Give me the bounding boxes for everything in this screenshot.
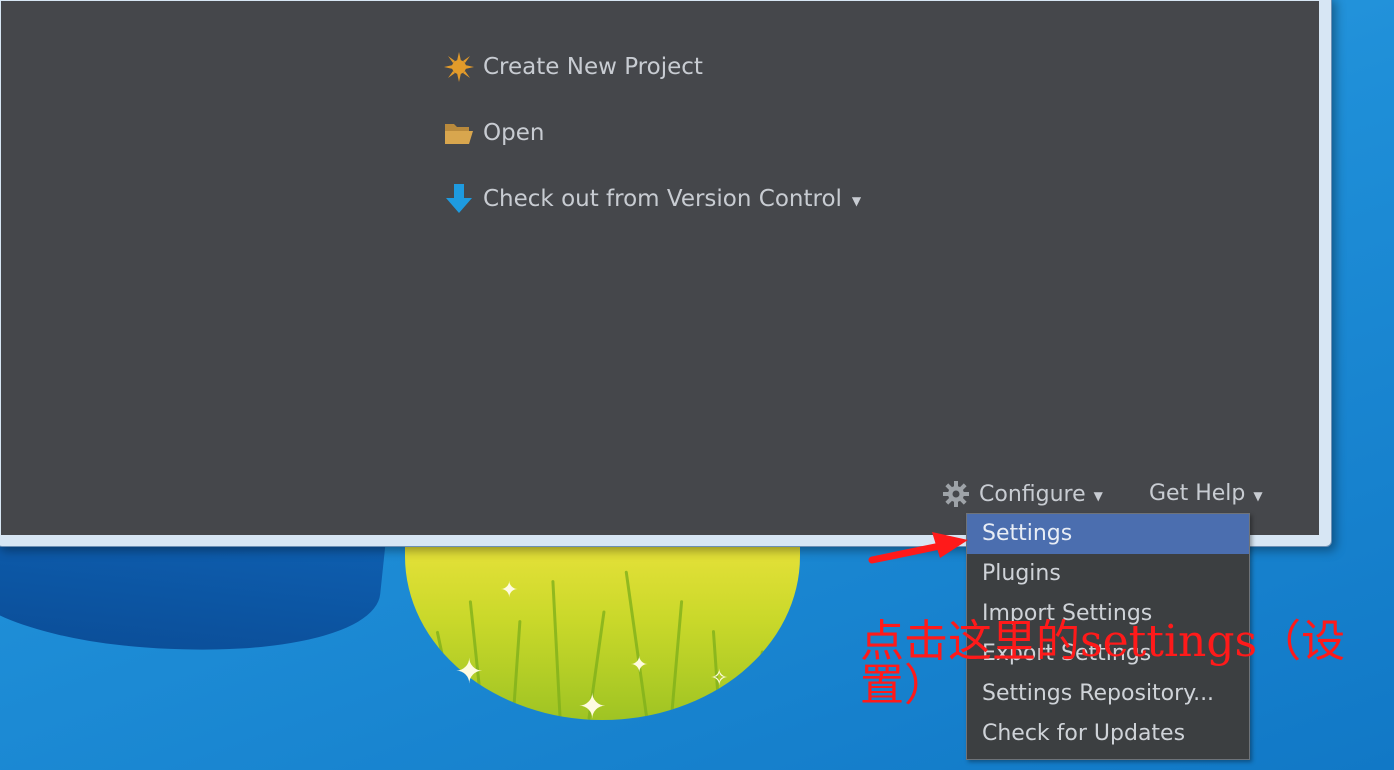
menu-item-check-for-updates[interactable]: Check for Updates [967, 714, 1249, 754]
checkout-vcs-action[interactable]: Check out from Version Control ▼ [443, 183, 861, 215]
sparkle-icon: ✧ [710, 666, 729, 691]
chevron-down-icon: ▼ [1093, 489, 1103, 503]
menu-item-export-settings[interactable]: Export Settings [967, 634, 1249, 674]
sparkle-icon: ✦ [500, 578, 519, 603]
menu-item-settings-repository[interactable]: Settings Repository... [967, 674, 1249, 714]
get-help-label: Get Help [1149, 481, 1246, 506]
configure-menu: Settings Plugins Import Settings Export … [966, 513, 1250, 760]
folder-open-icon [443, 117, 475, 149]
open-action[interactable]: Open [443, 117, 544, 149]
chevron-down-icon: ▼ [1253, 488, 1263, 503]
configure-label: Configure [979, 481, 1086, 507]
sparkle-icon: ✦ [578, 687, 607, 727]
menu-item-settings[interactable]: Settings [967, 514, 1249, 554]
sunburst-icon [443, 51, 475, 83]
sparkle-icon: ✦ [455, 652, 484, 692]
get-help-button[interactable]: Get Help ▼ [1149, 481, 1263, 506]
configure-button[interactable]: Configure ▼ [943, 481, 1103, 507]
welcome-panel: Create New Project Open Check out from V… [1, 1, 1319, 535]
annotation-arrow-icon [868, 532, 968, 564]
checkout-vcs-label: Check out from Version Control [483, 186, 842, 212]
menu-item-import-settings[interactable]: Import Settings [967, 594, 1249, 634]
welcome-window: Create New Project Open Check out from V… [0, 0, 1332, 547]
sparkle-icon: ✦ [630, 653, 649, 678]
chevron-down-icon: ▼ [851, 194, 862, 208]
gear-icon [943, 481, 969, 507]
open-label: Open [483, 120, 545, 146]
create-new-project-action[interactable]: Create New Project [443, 51, 703, 83]
create-new-project-label: Create New Project [483, 54, 703, 80]
menu-item-plugins[interactable]: Plugins [967, 554, 1249, 594]
download-arrow-icon [443, 183, 475, 215]
